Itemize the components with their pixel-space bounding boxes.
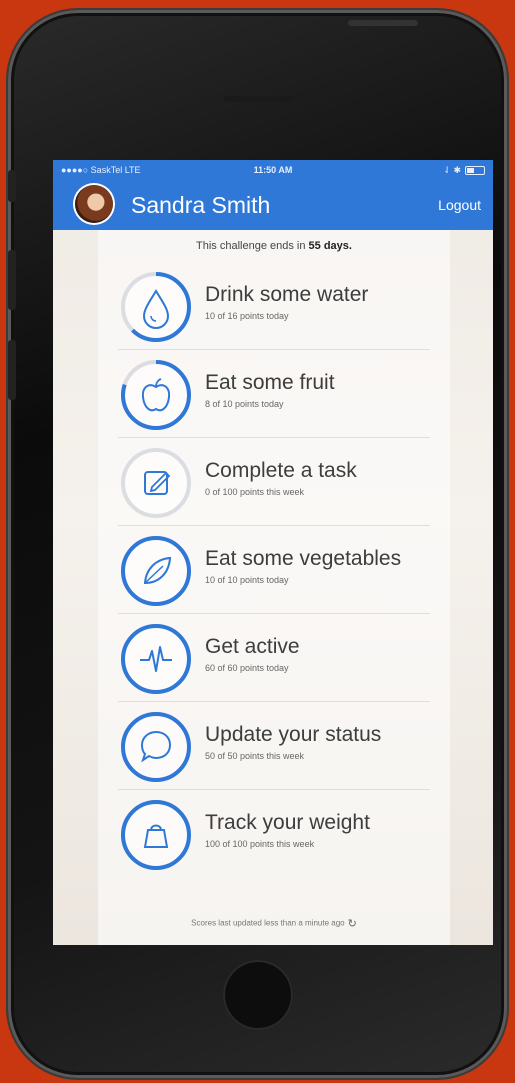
row-divider [118, 789, 430, 790]
activity-points: 60 of 60 points today [205, 663, 289, 673]
leaf-icon [143, 556, 172, 585]
progress-ring [118, 709, 194, 785]
row-divider [118, 349, 430, 350]
power-button [348, 20, 418, 26]
avatar[interactable] [75, 185, 113, 223]
activity-title: Complete a task [205, 459, 357, 482]
activity-item[interactable]: Drink some water 10 of 16 points today [118, 265, 438, 345]
speech-bubble-icon [140, 730, 172, 763]
progress-ring [118, 621, 194, 697]
logout-button[interactable]: Logout [438, 197, 481, 213]
clock: 11:50 AM [253, 165, 293, 175]
activity-title: Eat some fruit [205, 371, 335, 394]
progress-ring [118, 533, 194, 609]
silent-switch [8, 170, 16, 202]
activity-title: Get active [205, 635, 300, 658]
challenge-card: This challenge ends in 55 days. Drink so… [98, 230, 450, 945]
weight-icon [143, 824, 169, 848]
status-icons: ⇃ ✱ [443, 165, 485, 176]
nav-bar: Sandra Smith Logout [53, 180, 493, 230]
activity-item[interactable]: Track your weight 100 of 100 points this … [118, 793, 438, 873]
volume-up-button [8, 250, 16, 310]
location-bluetooth-icons: ⇃ ✱ [443, 165, 461, 175]
apple-icon [141, 378, 171, 412]
progress-ring [118, 357, 194, 433]
progress-ring [118, 269, 194, 345]
row-divider [118, 525, 430, 526]
activity-item[interactable]: Complete a task 0 of 100 points this week [118, 441, 438, 521]
activity-points: 8 of 10 points today [205, 399, 284, 409]
challenge-days: 55 days. [308, 240, 352, 252]
activity-points: 100 of 100 points this week [205, 839, 315, 849]
challenge-prefix: This challenge ends in [196, 240, 309, 252]
carrier-label: ●●●●○ SaskTel LTE [61, 165, 141, 175]
activity-item[interactable]: Eat some vegetables 10 of 10 points today [118, 529, 438, 609]
activity-title: Track your weight [205, 811, 370, 834]
challenge-banner: This challenge ends in 55 days. [98, 240, 450, 252]
activity-title: Update your status [205, 723, 382, 746]
earpiece-speaker [222, 96, 293, 102]
user-name: Sandra Smith [131, 192, 271, 218]
status-bar: ●●●●○ SaskTel LTE 11:50 AM ⇃ ✱ [53, 160, 493, 180]
app-screen: ●●●●○ SaskTel LTE 11:50 AM ⇃ ✱ Sandra Sm… [53, 160, 493, 945]
battery-icon [465, 166, 485, 176]
home-button[interactable] [222, 960, 293, 1030]
activity-title: Drink some water [205, 283, 369, 306]
row-divider [118, 701, 430, 702]
activity-points: 10 of 16 points today [205, 311, 289, 321]
refresh-icon[interactable]: ↻ [348, 917, 357, 930]
edit-task-icon [144, 471, 171, 495]
last-updated-text: Scores last updated less than a minute a… [191, 918, 345, 928]
activity-item[interactable]: Get active 60 of 60 points today [118, 617, 438, 697]
activity-points: 10 of 10 points today [205, 575, 289, 585]
row-divider [118, 437, 430, 438]
progress-ring [118, 445, 194, 521]
activity-item[interactable]: Eat some fruit 8 of 10 points today [118, 353, 438, 433]
water-drop-icon [142, 289, 170, 329]
progress-ring [118, 797, 194, 873]
row-divider [118, 613, 430, 614]
activity-title: Eat some vegetables [205, 547, 402, 570]
activity-item[interactable]: Update your status 50 of 50 points this w… [118, 705, 438, 785]
activity-points: 0 of 100 points this week [205, 487, 305, 497]
activity-points: 50 of 50 points this week [205, 751, 305, 761]
volume-down-button [8, 340, 16, 400]
activity-pulse-icon [140, 646, 172, 672]
phone-frame: ●●●●○ SaskTel LTE 11:50 AM ⇃ ✱ Sandra Sm… [8, 10, 507, 1078]
last-updated: Scores last updated less than a minute a… [98, 917, 450, 930]
